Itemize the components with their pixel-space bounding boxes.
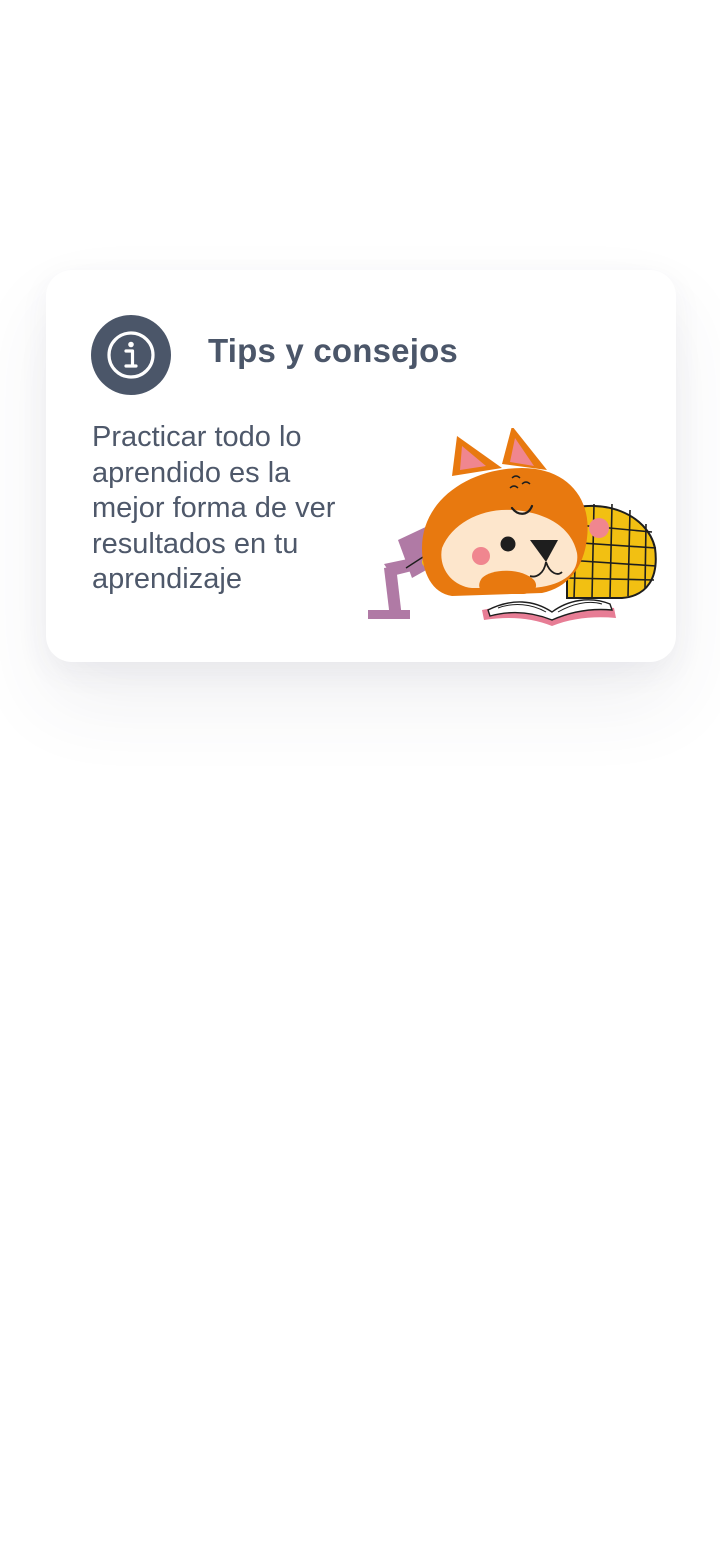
card-body-text: Practicar todo lo aprendido es la mejor …	[92, 421, 336, 595]
card-title: Tips y consejos	[208, 332, 458, 369]
tip-card: Tips y consejos Practicar todo lo aprend…	[46, 270, 676, 662]
info-icon	[107, 331, 155, 379]
sleeping-fox-reading-illustration	[368, 428, 657, 626]
info-icon-badge	[91, 315, 171, 395]
open-book-graphic	[482, 599, 616, 626]
screen: Tips y consejos Practicar todo lo aprend…	[0, 0, 720, 1560]
